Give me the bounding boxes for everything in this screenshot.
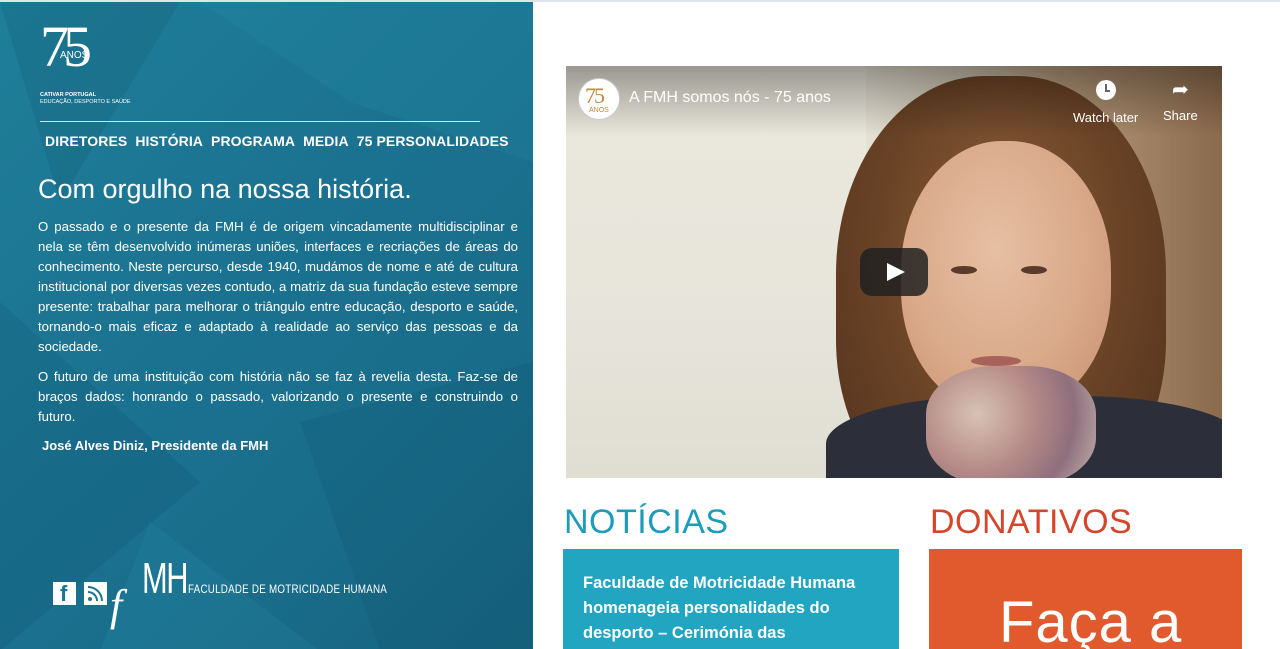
nav-programa[interactable]: PROGRAMA — [211, 133, 295, 149]
signature: José Alves Diniz, Presidente da FMH — [42, 438, 269, 453]
video-title[interactable]: A FMH somos nós - 75 anos — [629, 89, 831, 107]
divider — [40, 121, 480, 122]
fmh-logo-f: f — [110, 581, 123, 630]
donations-card[interactable]: Faça a — [929, 549, 1242, 649]
logo-number: 75 — [40, 14, 92, 79]
page: 75 ANOS CATIVAR PORTUGAL EDUCAÇÃO, DESPO… — [0, 0, 1280, 649]
fmh-logo-name: Faculdade de Motricidade Humana — [188, 584, 388, 596]
nav-diretores[interactable]: DIRETORES — [45, 133, 127, 149]
video-thumbnail-scarf — [926, 366, 1096, 478]
nav-historia[interactable]: HISTÓRIA — [135, 133, 203, 149]
channel-logo[interactable]: 75 ANOS — [578, 78, 620, 120]
left-panel: 75 ANOS CATIVAR PORTUGAL EDUCAÇÃO, DESPO… — [0, 0, 533, 649]
news-card-headline: Faculdade de Motricidade Humana homenage… — [583, 574, 856, 642]
rss-icon[interactable] — [84, 582, 107, 605]
channel-logo-anos: ANOS — [589, 107, 609, 114]
fmh-logo[interactable]: f MH Faculdade de Motricidade Humana — [108, 554, 387, 634]
fmh-logo-mh: MH — [142, 554, 189, 603]
75-anos-logo[interactable]: 75 ANOS CATIVAR PORTUGAL EDUCAÇÃO, DESPO… — [38, 18, 131, 110]
logo-tagline-2: EDUCAÇÃO, DESPORTO E SAÚDE — [40, 99, 131, 105]
watch-later-label: Watch later — [1073, 110, 1139, 125]
channel-logo-number: 75 — [585, 83, 605, 108]
logo-tagline-1: CATIVAR PORTUGAL — [40, 92, 97, 98]
video-player[interactable]: 75 ANOS A FMH somos nós - 75 anos Watch … — [566, 66, 1222, 478]
watch-later-button[interactable]: Watch later — [1073, 78, 1138, 125]
donations-card-text: Faça a — [999, 590, 1183, 649]
logo-anos: ANOS — [60, 50, 89, 61]
play-button[interactable] — [860, 248, 928, 296]
intro-paragraph-2: O futuro de uma instituição com história… — [38, 369, 518, 424]
nav-media[interactable]: MEDIA — [303, 133, 349, 149]
nav-75-personalidades[interactable]: 75 PERSONALIDADES — [357, 133, 509, 149]
social-links — [53, 581, 107, 607]
intro-paragraph-1: O passado e o presente da FMH é de orige… — [38, 219, 518, 354]
share-icon: ➦ — [1171, 79, 1189, 101]
facebook-icon[interactable] — [53, 581, 76, 607]
clock-icon — [1095, 80, 1116, 100]
page-headline: Com orgulho na nossa história. — [38, 174, 412, 204]
share-label: Share — [1163, 108, 1198, 123]
news-card[interactable]: Faculdade de Motricidade Humana homenage… — [563, 549, 899, 649]
news-section-title: NOTÍCIAS — [564, 503, 729, 541]
donations-section-title: DONATIVOS — [930, 503, 1133, 541]
main-nav: DIRETORES HISTÓRIA PROGRAMA MEDIA 75 PER… — [45, 133, 509, 149]
share-button[interactable]: ➦ Share — [1163, 78, 1198, 123]
